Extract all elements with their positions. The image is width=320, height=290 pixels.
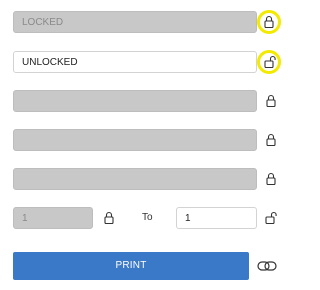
print-button[interactable]: PRINT: [13, 252, 249, 280]
unlocked-field[interactable]: UNLOCKED: [13, 51, 257, 73]
locked-field-3[interactable]: [13, 90, 257, 112]
link-icon[interactable]: [257, 259, 277, 273]
locked-field-value: LOCKED: [22, 17, 64, 28]
locked-field-4[interactable]: [13, 129, 257, 151]
lock-closed-icon[interactable]: [103, 211, 115, 225]
range-to-label: To: [142, 212, 153, 223]
locked-field-5[interactable]: [13, 168, 257, 190]
range-from-value: 1: [22, 213, 28, 224]
lock-closed-icon[interactable]: [265, 172, 277, 186]
lock-open-icon[interactable]: [264, 55, 276, 69]
lock-closed-icon[interactable]: [265, 133, 277, 147]
lock-closed-icon[interactable]: [263, 15, 275, 29]
range-to-value: 1: [185, 213, 191, 224]
lock-field-panel: LOCKED UNLOCKED 1 To 1 PRINT: [0, 0, 299, 290]
range-to-field[interactable]: 1: [176, 207, 257, 229]
print-button-label: PRINT: [115, 260, 147, 271]
range-from-field[interactable]: 1: [13, 207, 93, 229]
lock-open-icon[interactable]: [265, 211, 277, 225]
lock-closed-icon[interactable]: [265, 94, 277, 108]
locked-field[interactable]: LOCKED: [13, 11, 257, 33]
unlocked-field-value: UNLOCKED: [22, 57, 78, 68]
